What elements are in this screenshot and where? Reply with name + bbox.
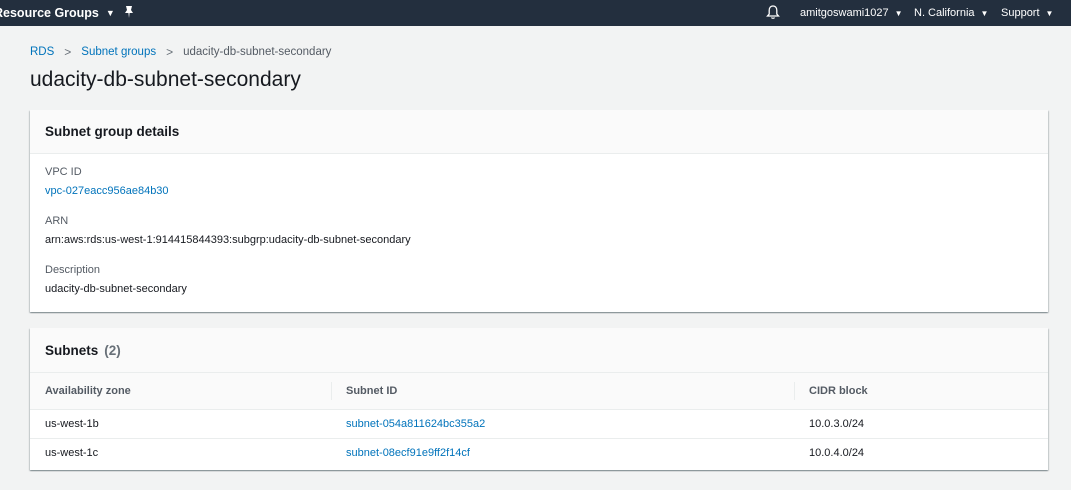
description-label: Description (45, 264, 101, 276)
vpc-label: VPC ID (45, 166, 82, 178)
bell-icon[interactable] (766, 5, 780, 20)
breadcrumb-rds[interactable]: RDS (30, 46, 54, 58)
caret-down-icon: ▼ (980, 8, 989, 18)
cidr-block-cell: 10.0.4.0/24 (809, 446, 865, 459)
top-nav: Resource Groups ▼ amitgoswami1027 ▼ N. C… (0, 0, 1071, 26)
breadcrumb-current: udacity-db-subnet-secondary (183, 46, 332, 58)
column-header-availability-zone[interactable]: Availability zone (30, 373, 331, 410)
arn-field: ARN arn:aws:rds:us-west-1:914415844393:s… (45, 214, 1033, 247)
arn-label: ARN (45, 215, 69, 227)
column-header-subnet-id[interactable]: Subnet ID (331, 373, 794, 410)
region-menu[interactable]: N. California ▼ (914, 0, 988, 26)
description-field: Description udacity-db-subnet-secondary (45, 263, 1033, 296)
subnets-count: (2) (104, 342, 121, 358)
user-name: amitgoswami1027 (800, 7, 889, 19)
chevron-right-icon: > (64, 45, 72, 59)
cidr-block-cell: 10.0.3.0/24 (794, 409, 1048, 439)
panel-header: Subnet group details (30, 110, 1048, 154)
subnet-id-link[interactable]: subnet-08ecf91e9ff2f14cf (331, 438, 794, 467)
subnet-id-link[interactable]: subnet-054a811624bc355a2 (331, 409, 794, 439)
resource-groups-label: Resource Groups (0, 6, 99, 20)
table-row: us-west-1b subnet-054a811624bc355a2 10.0… (30, 409, 1048, 439)
details-title: Subnet group details (45, 124, 180, 139)
vpc-field: VPC ID vpc-027eacc956ae84b30 (45, 165, 1033, 198)
subnets-title: Subnets (45, 342, 99, 358)
pin-icon[interactable] (123, 5, 135, 19)
support-label: Support (1001, 7, 1040, 19)
availability-zone-cell: us-west-1c (45, 446, 99, 459)
caret-down-icon: ▼ (894, 8, 903, 18)
user-menu[interactable]: amitgoswami1027 ▼ (800, 0, 903, 26)
chevron-down-icon: ▼ (105, 8, 115, 18)
chevron-right-icon: > (166, 45, 174, 59)
page-title: udacity-db-subnet-secondary (30, 68, 301, 91)
subnets-table: Availability zone Subnet ID CIDR block u… (30, 373, 1048, 467)
region-name: N. California (914, 7, 975, 19)
table-row: us-west-1c subnet-08ecf91e9ff2f14cf 10.0… (30, 438, 1048, 467)
vpc-link[interactable]: vpc-027eacc956ae84b30 (45, 184, 1033, 198)
subnets-panel: Subnets (2) Availability zone Subnet ID … (30, 328, 1048, 470)
caret-down-icon: ▼ (1045, 8, 1054, 18)
support-menu[interactable]: Support ▼ (1001, 0, 1053, 26)
subnet-group-details-panel: Subnet group details VPC ID vpc-027eacc9… (30, 110, 1048, 312)
column-header-cidr-block[interactable]: CIDR block (794, 373, 1048, 410)
availability-zone-cell: us-west-1b (30, 409, 331, 439)
table-header-row: Availability zone Subnet ID CIDR block (30, 373, 1048, 410)
breadcrumb: RDS > Subnet groups > udacity-db-subnet-… (30, 45, 331, 59)
arn-value: arn:aws:rds:us-west-1:914415844393:subgr… (45, 234, 411, 246)
panel-header: Subnets (2) (30, 328, 1048, 373)
resource-groups-menu[interactable]: Resource Groups ▼ (0, 0, 115, 26)
description-value: udacity-db-subnet-secondary (45, 283, 187, 295)
breadcrumb-subnet-groups[interactable]: Subnet groups (81, 46, 156, 58)
